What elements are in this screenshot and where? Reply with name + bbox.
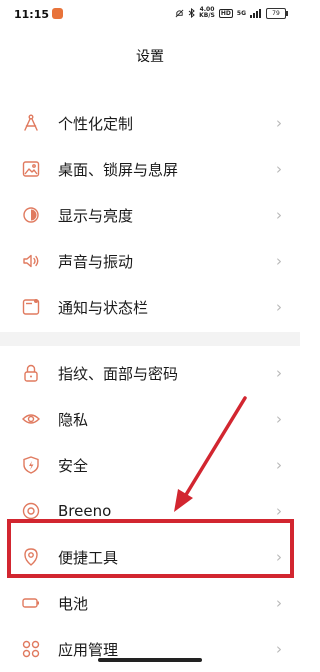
chevron-right-icon: › xyxy=(276,410,282,428)
eye-icon xyxy=(20,408,42,430)
settings-item-notifications[interactable]: 通知与状态栏 › xyxy=(0,284,300,330)
chevron-right-icon: › xyxy=(276,594,282,612)
settings-item-battery[interactable]: 电池 › xyxy=(0,580,300,626)
settings-group-2: 指纹、面部与密码 › 隐私 › 安全 › Breeno › 便捷工具 › 电池 … xyxy=(0,350,300,672)
settings-item-label: 显示与亮度 xyxy=(58,206,134,225)
chevron-right-icon: › xyxy=(276,364,282,382)
shield-icon xyxy=(20,454,42,476)
settings-item-label: Breeno xyxy=(58,502,112,520)
settings-item-security[interactable]: 安全 › xyxy=(0,442,300,488)
settings-item-display[interactable]: 显示与亮度 › xyxy=(0,192,300,238)
settings-item-label: 隐私 xyxy=(58,410,89,429)
chevron-right-icon: › xyxy=(276,502,282,520)
status-indicators: 4.00 KB/S HD 5G 79 xyxy=(175,6,288,19)
apps-icon xyxy=(20,638,42,660)
brightness-icon xyxy=(20,204,42,226)
status-bar: 11:15 4.00 KB/S HD 5G 79 xyxy=(0,0,300,30)
hd-badge: HD xyxy=(218,8,233,18)
page-title: 设置 xyxy=(136,49,164,65)
settings-item-privacy[interactable]: 隐私 › xyxy=(0,396,300,442)
settings-item-wallpaper[interactable]: 桌面、锁屏与息屏 › xyxy=(0,146,300,192)
settings-item-sound[interactable]: 声音与振动 › xyxy=(0,238,300,284)
bluetooth-icon xyxy=(188,8,195,18)
network-speed: 4.00 KB/S xyxy=(199,6,215,19)
wallpaper-icon xyxy=(20,158,42,180)
status-time: 11:15 xyxy=(14,8,50,21)
chevron-right-icon: › xyxy=(276,456,282,474)
settings-item-app-management[interactable]: 应用管理 › xyxy=(0,626,300,672)
signal-icon xyxy=(250,8,261,18)
settings-item-label: 安全 xyxy=(58,456,89,475)
settings-item-label: 个性化定制 xyxy=(58,114,134,133)
chevron-right-icon: › xyxy=(276,206,282,224)
silent-icon xyxy=(175,9,184,17)
home-indicator[interactable] xyxy=(98,658,202,662)
chevron-right-icon: › xyxy=(276,160,282,178)
chevron-right-icon: › xyxy=(276,114,282,132)
settings-item-personalization[interactable]: 个性化定制 › xyxy=(0,100,300,146)
chevron-right-icon: › xyxy=(276,640,282,658)
settings-item-label: 指纹、面部与密码 xyxy=(58,364,179,383)
settings-item-label: 桌面、锁屏与息屏 xyxy=(58,160,179,179)
signal-label: 5G xyxy=(236,9,246,17)
notification-icon xyxy=(20,296,42,318)
chevron-right-icon: › xyxy=(276,252,282,270)
compass-icon xyxy=(20,112,42,134)
chevron-right-icon: › xyxy=(276,298,282,316)
settings-item-label: 声音与振动 xyxy=(58,252,134,271)
battery-level: 79 xyxy=(266,7,288,19)
settings-item-label: 电池 xyxy=(58,594,89,613)
settings-group-1: 个性化定制 › 桌面、锁屏与息屏 › 显示与亮度 › 声音与振动 › 通知与状态… xyxy=(0,100,300,330)
battery-icon xyxy=(20,592,42,614)
section-divider xyxy=(0,332,300,346)
lock-icon xyxy=(20,362,42,384)
settings-item-biometrics[interactable]: 指纹、面部与密码 › xyxy=(0,350,300,396)
settings-item-label: 应用管理 xyxy=(58,640,119,659)
app-notification-icon xyxy=(52,8,63,19)
speaker-icon xyxy=(20,250,42,272)
highlight-annotation-box xyxy=(7,519,294,578)
settings-item-label: 通知与状态栏 xyxy=(58,298,149,317)
